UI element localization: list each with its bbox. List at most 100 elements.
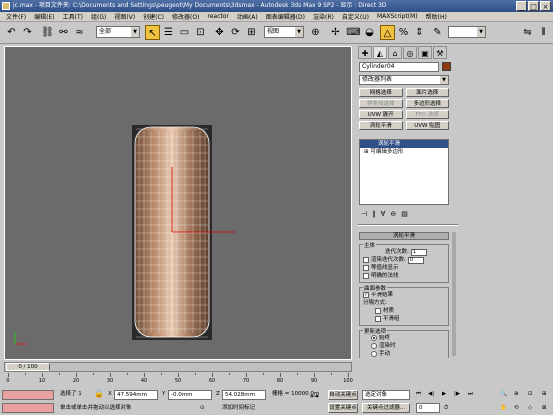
y-coord-field[interactable]: -0.0mm [168, 390, 212, 400]
remove-modifier-icon[interactable]: ⊖ [390, 208, 396, 220]
go-to-end-icon[interactable]: ⏭ [468, 389, 473, 399]
create-tab-icon[interactable]: ✚ [358, 46, 372, 59]
spinner-snap-icon[interactable]: ⇕ [412, 25, 427, 40]
menu-maxscript[interactable]: MAXScript(M) [373, 13, 422, 20]
menu-group[interactable]: 组(G) [87, 12, 110, 21]
link-icon[interactable]: ⛓ [40, 25, 55, 40]
smooth-result-checkbox[interactable]: ✓ [363, 292, 369, 298]
menu-views[interactable]: 视图(V) [110, 12, 139, 21]
make-unique-icon[interactable]: ∀ [381, 208, 386, 220]
zoom-icon[interactable]: 🔍 [500, 389, 507, 399]
percent-snap-icon[interactable]: % [396, 25, 411, 40]
always-radio[interactable] [371, 335, 377, 341]
angle-snap-icon[interactable]: △ [380, 25, 395, 40]
viewport-front[interactable] [4, 46, 352, 360]
key-mode-dropdown[interactable]: 选定对象 [362, 390, 410, 400]
explicit-normals-checkbox[interactable] [363, 273, 369, 279]
maximize-viewport-icon[interactable]: ⊠ [542, 403, 547, 413]
display-tab-icon[interactable]: ▣ [418, 46, 432, 59]
time-slider-thumb[interactable]: 0 / 100 [6, 363, 50, 371]
object-name-field[interactable]: Cylinder04 [359, 62, 439, 72]
mesh-select-button[interactable]: 网格选择 [359, 88, 403, 97]
bind-space-warp-icon[interactable]: ≈ [72, 25, 87, 40]
time-slider[interactable]: 0 / 100 [4, 362, 352, 372]
menu-animation[interactable]: 动画(A) [233, 12, 262, 21]
mirror-icon[interactable]: ⇋ [520, 25, 535, 40]
menu-rendering[interactable]: 渲染(R) [309, 12, 338, 21]
move-icon[interactable]: ✥ [212, 25, 227, 40]
manipulate-icon[interactable]: ✢ [328, 25, 343, 40]
align-icon[interactable]: ⫴ [536, 25, 551, 40]
modifier-list-dropdown[interactable]: 修改器列表 ▼ [359, 75, 449, 85]
isoline-checkbox[interactable] [363, 265, 369, 271]
next-frame-icon[interactable]: |▶ [454, 389, 460, 399]
uvw-map-button[interactable]: UVW 贴图 [405, 121, 449, 130]
stack-item-turbosmooth[interactable]: 涡轮平滑 [360, 140, 448, 148]
named-selection-icon[interactable]: ✎ [430, 25, 445, 40]
orbit-icon[interactable]: ⟲ [514, 403, 519, 413]
set-key-button[interactable]: 设置关键点 [328, 403, 358, 413]
scale-icon[interactable]: ⊞ [244, 25, 259, 40]
rollout-header[interactable]: 涡轮平滑 [359, 232, 449, 240]
max-app-icon[interactable] [2, 2, 10, 10]
maximize-button[interactable]: □ [528, 1, 539, 11]
manually-radio[interactable] [371, 351, 377, 357]
selection-filter-dropdown[interactable]: 全部 ▼ [96, 26, 140, 38]
menu-help[interactable]: 帮助(H) [422, 12, 451, 21]
menu-graph-editors[interactable]: 图表编辑器(D) [262, 12, 309, 21]
minimize-button[interactable]: _ [516, 1, 527, 11]
time-tag-icon[interactable]: ⊙ [200, 403, 205, 413]
z-coord-field[interactable]: 54.028mm [222, 390, 266, 400]
render-iters-spinner[interactable]: 0 [407, 256, 424, 264]
menu-reactor[interactable]: reactor [203, 13, 233, 20]
menu-customize[interactable]: 自定义(U) [338, 12, 373, 21]
rect-select-icon[interactable]: ▭ [177, 25, 192, 40]
panel-scrollbar[interactable] [452, 232, 456, 356]
menu-tools[interactable]: 工具(T) [59, 12, 87, 21]
track-bar[interactable]: 0 10 20 30 40 50 60 70 80 90 100 [4, 373, 353, 387]
stack-item-editable-poly[interactable]: ⊞ 可编辑多边形 [360, 148, 448, 156]
iterations-spinner[interactable]: 1 [410, 248, 427, 256]
modifier-stack[interactable]: 涡轮平滑 ⊞ 可编辑多边形 [359, 139, 449, 205]
render-iters-checkbox[interactable] [363, 257, 369, 263]
motion-tab-icon[interactable]: ◎ [403, 46, 417, 59]
key-filters-button[interactable]: 关键点过滤器... [362, 403, 410, 413]
named-selection-dropdown[interactable]: ▼ [448, 26, 486, 38]
utilities-tab-icon[interactable]: ⚒ [433, 46, 447, 59]
undo-icon[interactable]: ↶ [4, 25, 19, 40]
poly-select-button[interactable]: 多边形选择 [405, 99, 449, 108]
configure-sets-icon[interactable]: ▤ [401, 208, 408, 220]
pan-icon[interactable]: ✋ [500, 403, 507, 413]
menu-create[interactable]: 创建(C) [139, 12, 168, 21]
maxscript-listener[interactable] [2, 390, 54, 400]
unlink-icon[interactable]: ⚯ [56, 25, 71, 40]
redo-icon[interactable]: ↷ [20, 25, 35, 40]
hierarchy-tab-icon[interactable]: ⌂ [388, 46, 402, 59]
snap-icon[interactable]: ◒ [362, 25, 377, 40]
auto-key-button[interactable]: 自动关键点 [328, 390, 358, 400]
materials-checkbox[interactable] [375, 308, 381, 314]
key-icon[interactable]: ⊶ [310, 392, 319, 402]
zoom-extents-all-icon[interactable]: ⊞ [542, 389, 547, 399]
zoom-extents-icon[interactable]: ⊡ [528, 389, 533, 399]
patch-select-button[interactable]: 面片选择 [405, 88, 449, 97]
turbosmooth-button[interactable]: 涡轮平滑 [359, 121, 403, 130]
menu-edit[interactable]: 编辑(E) [30, 12, 58, 21]
object-color-swatch[interactable] [442, 62, 451, 71]
smoothing-groups-checkbox[interactable] [375, 316, 381, 322]
when-rendering-radio[interactable] [371, 343, 377, 349]
menu-modifiers[interactable]: 修改器(O) [168, 12, 203, 21]
menu-file[interactable]: 文件(F) [2, 12, 30, 21]
time-config-icon[interactable]: ⏱ [444, 403, 448, 413]
x-coord-field[interactable]: 47.594mm [114, 390, 158, 400]
modify-tab-icon[interactable]: ◭ [373, 46, 387, 59]
viewport-canvas[interactable] [5, 47, 351, 359]
window-crossing-icon[interactable]: ⊡ [193, 25, 208, 40]
show-end-result-icon[interactable]: ∥ [372, 208, 376, 220]
keyboard-shortcut-icon[interactable]: ⌨ [346, 25, 361, 40]
maxscript-output[interactable] [2, 403, 54, 413]
lock-selection-icon[interactable]: 🔒 [94, 389, 104, 399]
play-icon[interactable]: ▶ [442, 389, 446, 399]
add-time-tag[interactable]: 添加时间标记 [222, 403, 255, 413]
current-frame-field[interactable]: 0 [416, 403, 440, 413]
